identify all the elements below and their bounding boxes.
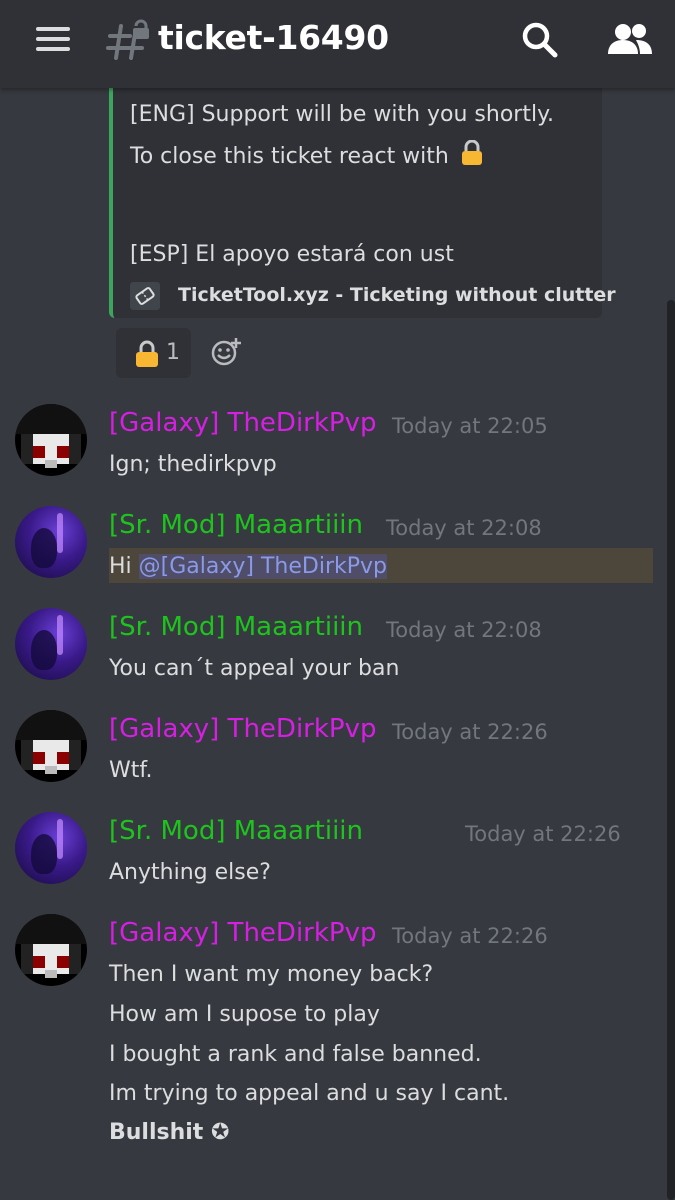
username[interactable]: [Galaxy] TheDirkPvp — [109, 918, 376, 948]
lock-reaction[interactable]: 1 — [116, 328, 191, 378]
avatar[interactable] — [15, 710, 87, 782]
message: [Sr. Mod] Maaartiiin Today at 22:08 You … — [0, 608, 675, 688]
message-text: Then I want my money back? — [109, 962, 434, 987]
message: [Sr. Mod] Maaartiiin Today at 22:08 Hi @… — [0, 506, 675, 586]
message-text: Ign; thedirkpvp — [109, 452, 277, 477]
avatar[interactable] — [15, 608, 87, 680]
members-icon[interactable] — [606, 20, 654, 60]
avatar[interactable] — [15, 506, 87, 578]
avatar[interactable] — [15, 812, 87, 884]
message-text: How am I supose to play — [109, 1002, 380, 1027]
timestamp: Today at 22:08 — [386, 618, 542, 642]
username[interactable]: [Sr. Mod] Maaartiiin — [109, 510, 363, 540]
embed-close-instruction: To close this ticket react with — [130, 144, 449, 169]
message-text: Anything else? — [109, 860, 271, 885]
message: [Galaxy] TheDirkPvp Today at 22:05 Ign; … — [0, 404, 675, 484]
channel-name: ticket-16490 — [158, 18, 389, 57]
message-text: Wtf. — [109, 758, 153, 783]
channel-header: ticket-16490 — [0, 0, 675, 88]
embed-text-close: To close this ticket react with — [130, 139, 484, 169]
user-mention[interactable]: @[Galaxy] TheDirkPvp — [138, 554, 387, 579]
reaction-count: 1 — [166, 340, 180, 365]
timestamp: Today at 22:26 — [465, 822, 621, 846]
message: [Galaxy] TheDirkPvp Today at 22:26 Then … — [0, 914, 675, 1154]
message-text: Im trying to appeal and u say I cant. — [109, 1081, 510, 1106]
username[interactable]: [Sr. Mod] Maaartiiin — [109, 612, 363, 642]
lock-emoji-icon — [136, 340, 158, 367]
username[interactable]: [Galaxy] TheDirkPvp — [109, 408, 376, 438]
timestamp: Today at 22:26 — [392, 924, 548, 948]
username[interactable]: [Sr. Mod] Maaartiiin — [109, 816, 363, 846]
message-text: I bought a rank and false banned. — [109, 1042, 482, 1067]
embed-text-eng: [ENG] Support will be with you shortly. — [130, 102, 554, 127]
locked-channel-hash-icon — [106, 19, 149, 60]
username[interactable]: [Galaxy] TheDirkPvp — [109, 714, 376, 744]
message-text: Hi @[Galaxy] TheDirkPvp — [109, 554, 387, 579]
embed-footer-text: TicketTool.xyz - Ticketing without clutt… — [178, 284, 616, 306]
avatar[interactable] — [15, 404, 87, 476]
ticket-embed: [ENG] Support will be with you shortly. … — [109, 82, 616, 318]
lock-emoji-icon — [461, 139, 482, 165]
timestamp: Today at 22:08 — [386, 516, 542, 540]
scrollbar[interactable] — [667, 300, 675, 1200]
timestamp: Today at 22:26 — [392, 720, 548, 744]
timestamp: Today at 22:05 — [392, 414, 548, 438]
embed-text-esp: [ESP] El apoyo estará con ust — [130, 242, 454, 267]
message: [Sr. Mod] Maaartiiin Today at 22:26 Anyt… — [0, 812, 675, 892]
message-text: Bullshit ✪ — [109, 1120, 230, 1145]
add-reaction-icon[interactable] — [210, 336, 242, 368]
message-text: You can´t appeal your ban — [109, 656, 400, 681]
menu-icon[interactable] — [36, 27, 70, 51]
ticket-icon — [130, 282, 160, 310]
search-icon[interactable] — [520, 20, 560, 60]
message: [Galaxy] TheDirkPvp Today at 22:26 Wtf. — [0, 710, 675, 790]
avatar[interactable] — [15, 914, 87, 986]
message-prefix: Hi — [109, 554, 139, 579]
